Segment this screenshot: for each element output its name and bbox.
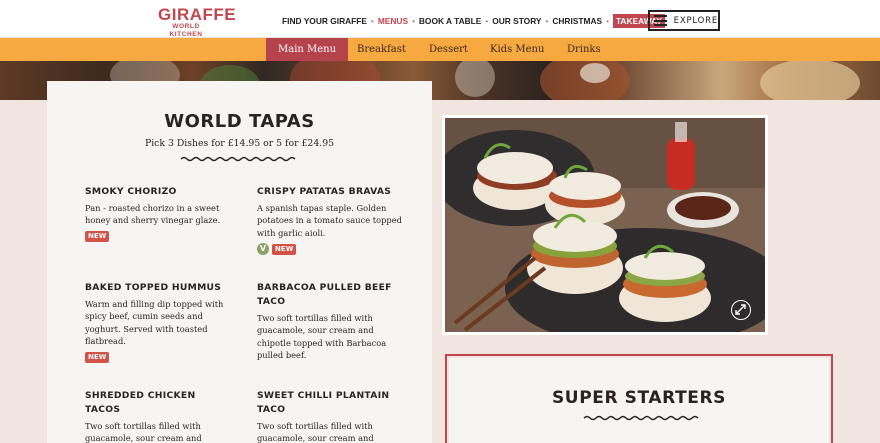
explore-label: EXPLORE bbox=[673, 15, 718, 26]
dish-description: Two soft tortillas filled with guacamole… bbox=[257, 313, 387, 361]
super-starters-section: SUPER STARTERS bbox=[445, 354, 833, 443]
dish-name: BARBACOA PULLED BEEF TACO bbox=[257, 282, 392, 307]
squiggle-divider-icon bbox=[583, 415, 699, 421]
expand-arrows-icon[interactable] bbox=[731, 300, 751, 320]
food-photo bbox=[445, 118, 765, 332]
new-badge: NEW bbox=[272, 243, 297, 255]
dish-item: CRISPY PATATAS BRAVAS A spanish tapas st… bbox=[257, 185, 405, 256]
tab-breakfast[interactable]: Breakfast bbox=[357, 38, 406, 61]
dish-name: SMOKY CHORIZO bbox=[85, 186, 177, 197]
dish-description: A spanish tapas staple. Golden potatoes … bbox=[257, 203, 402, 238]
nav-book-a-table[interactable]: BOOK A TABLE bbox=[419, 16, 482, 26]
bao-buns-photo[interactable] bbox=[442, 115, 768, 335]
section-title: WORLD TAPAS bbox=[164, 111, 315, 132]
dish-item: BAKED TOPPED HUMMUS Warm and filling dip… bbox=[85, 281, 233, 363]
vegetarian-icon: V bbox=[257, 243, 269, 256]
menu-tabs: Main Menu Breakfast Dessert Kids Menu Dr… bbox=[0, 38, 880, 61]
nav-christmas[interactable]: CHRISTMAS bbox=[552, 16, 602, 26]
tab-dessert[interactable]: Dessert bbox=[429, 38, 468, 61]
logo-wordmark: GIRAFFE bbox=[158, 5, 237, 24]
explore-button[interactable]: EXPLORE bbox=[648, 10, 720, 31]
bao-buns-illustration bbox=[445, 118, 765, 332]
nav-separator: • bbox=[412, 16, 415, 26]
nav-separator: • bbox=[545, 16, 549, 26]
new-badge: NEW bbox=[85, 230, 110, 242]
nav-separator: • bbox=[371, 16, 374, 26]
hamburger-menu-icon bbox=[654, 15, 667, 26]
nav-our-story[interactable]: OUR STORY bbox=[492, 16, 541, 26]
squiggle-divider-icon bbox=[180, 156, 296, 162]
dish-name: SHREDDED CHICKEN TACOS bbox=[85, 390, 196, 415]
giraffe-logo[interactable]: GIRAFFE WORLD KITCHEN bbox=[158, 5, 237, 39]
dish-description: Two soft tortillas filled with guacamole… bbox=[257, 421, 374, 443]
tab-kids-menu[interactable]: Kids Menu bbox=[490, 38, 544, 61]
dish-item: BARBACOA PULLED BEEF TACO Two soft torti… bbox=[257, 281, 397, 362]
main-nav: FIND YOUR GIRAFFE • MENUS • BOOK A TABLE… bbox=[282, 14, 666, 28]
dish-item: SHREDDED CHICKEN TACOS Two soft tortilla… bbox=[85, 389, 233, 443]
dish-description: Pan - roasted chorizo in a sweet honey a… bbox=[85, 203, 221, 226]
dish-name: SWEET CHILLI PLANTAIN TACO bbox=[257, 390, 390, 415]
site-header: GIRAFFE WORLD KITCHEN FIND YOUR GIRAFFE … bbox=[0, 0, 880, 38]
nav-separator: • bbox=[485, 16, 489, 26]
nav-find-your-giraffe[interactable]: FIND YOUR GIRAFFE bbox=[282, 16, 367, 26]
dish-description: Warm and filling dip topped with spicy b… bbox=[85, 299, 224, 347]
dish-item: SMOKY CHORIZO Pan - roasted chorizo in a… bbox=[85, 185, 233, 242]
section-title: SUPER STARTERS bbox=[551, 388, 727, 408]
world-tapas-menu-card: WORLD TAPAS Pick 3 Dishes for £14.95 or … bbox=[47, 81, 432, 443]
dish-name: CRISPY PATATAS BRAVAS bbox=[257, 186, 392, 197]
tab-drinks[interactable]: Drinks bbox=[567, 38, 601, 61]
nav-separator: • bbox=[606, 16, 609, 26]
nav-menus[interactable]: MENUS bbox=[378, 16, 408, 26]
tab-main-menu[interactable]: Main Menu bbox=[266, 38, 349, 61]
dish-item: SWEET CHILLI PLANTAIN TACO Two soft tort… bbox=[257, 389, 397, 443]
dish-description: Two soft tortillas filled with guacamole… bbox=[85, 421, 202, 443]
new-badge: NEW bbox=[85, 351, 110, 363]
section-price-subtitle: Pick 3 Dishes for £14.95 or 5 for £24.95 bbox=[144, 138, 335, 149]
dish-name: BAKED TOPPED HUMMUS bbox=[85, 282, 222, 293]
logo-tagline: WORLD KITCHEN bbox=[169, 23, 203, 38]
